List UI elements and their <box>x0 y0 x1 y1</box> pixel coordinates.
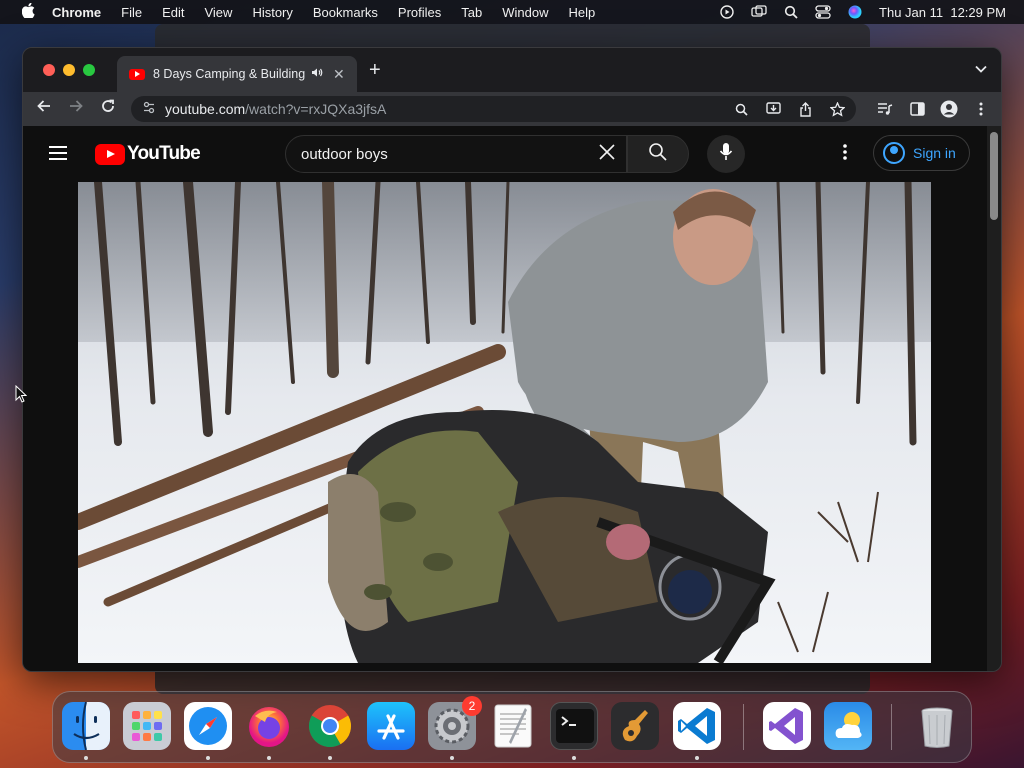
tab-strip: 8 Days Camping & Building ✕ + <box>23 48 1001 92</box>
menu-view[interactable]: View <box>204 5 232 20</box>
site-info-icon[interactable] <box>143 101 157 117</box>
dock-running-dot <box>450 756 454 760</box>
profile-avatar-icon[interactable] <box>939 98 959 120</box>
bookmark-star-icon[interactable] <box>828 99 846 119</box>
side-panel-icon[interactable] <box>907 98 927 120</box>
menu-help[interactable]: Help <box>569 5 596 20</box>
mouse-pointer-icon <box>15 384 28 408</box>
dock-running-dot <box>328 756 332 760</box>
sign-in-label: Sign in <box>913 145 956 161</box>
dock: 2 <box>52 691 972 763</box>
clear-search-icon[interactable] <box>598 142 616 166</box>
reload-icon[interactable] <box>97 98 119 120</box>
hamburger-menu-icon[interactable] <box>49 146 67 160</box>
play-circle-icon[interactable] <box>719 4 735 20</box>
dock-system-settings-icon[interactable]: 2 <box>428 696 482 750</box>
menu-clock[interactable]: Thu Jan 11 12:29 PM <box>879 5 1006 20</box>
dock-chrome-icon[interactable] <box>306 702 354 750</box>
menu-history[interactable]: History <box>252 5 292 20</box>
dock-weather-icon[interactable] <box>824 702 872 750</box>
youtube-wordmark: YouTube <box>127 143 201 164</box>
voice-search-button[interactable] <box>707 135 745 173</box>
new-tab-button[interactable]: + <box>369 60 381 80</box>
window-minimize-button[interactable] <box>63 64 75 76</box>
menu-app-chrome[interactable]: Chrome <box>52 5 101 20</box>
dock-running-dot <box>84 756 88 760</box>
url-path: /watch?v=rxJQXa3jfsA <box>245 101 387 117</box>
menu-profiles[interactable]: Profiles <box>398 5 441 20</box>
forward-arrow-icon[interactable] <box>65 98 87 120</box>
dock-visual-studio-icon[interactable] <box>763 702 811 750</box>
dock-terminal-icon[interactable] <box>550 702 598 750</box>
dock-vscode-icon[interactable] <box>673 702 721 750</box>
tab-search-chevron-icon[interactable] <box>975 62 987 76</box>
tab-close-icon[interactable]: ✕ <box>333 66 345 83</box>
youtube-header: YouTube outdoor boys Sign in <box>23 126 989 182</box>
install-app-icon[interactable] <box>764 99 782 119</box>
search-icon <box>648 142 668 167</box>
address-bar[interactable]: youtube.com/watch?v=rxJQXa3jfsA <box>131 96 856 122</box>
browser-tab-active[interactable]: 8 Days Camping & Building ✕ <box>117 56 357 92</box>
dock-app-store-icon[interactable] <box>367 702 415 750</box>
dock-separator <box>891 704 892 750</box>
control-center-icon[interactable] <box>815 4 831 20</box>
dock-textedit-icon[interactable] <box>489 702 537 750</box>
menu-tab[interactable]: Tab <box>461 5 482 20</box>
sign-in-button[interactable]: Sign in <box>873 135 970 171</box>
screen-mirror-icon[interactable] <box>751 4 767 20</box>
dock-launchpad-icon[interactable] <box>123 702 171 750</box>
more-options-icon[interactable] <box>835 142 855 166</box>
youtube-logo[interactable]: YouTube <box>95 143 201 165</box>
youtube-play-logo-icon <box>95 143 125 165</box>
dock-trash-icon[interactable] <box>913 702 961 750</box>
dock-running-dot <box>206 756 210 760</box>
dock-running-dot <box>695 756 699 760</box>
spotlight-search-icon[interactable] <box>783 4 799 20</box>
search-button[interactable] <box>627 135 689 173</box>
chrome-menu-icon[interactable] <box>971 98 991 120</box>
dock-separator <box>743 704 744 750</box>
dock-firefox-icon[interactable] <box>245 702 293 750</box>
microphone-icon <box>719 142 733 167</box>
youtube-page: YouTube outdoor boys Sign in <box>23 126 989 671</box>
url-host: youtube.com <box>165 101 246 117</box>
dock-running-dot <box>572 756 576 760</box>
scrollbar-thumb[interactable] <box>990 132 998 220</box>
video-frame-image <box>78 182 931 663</box>
dock-running-dot <box>267 756 271 760</box>
tab-title: 8 Days Camping & Building <box>153 67 305 81</box>
menu-bookmarks[interactable]: Bookmarks <box>313 5 378 20</box>
account-circle-icon <box>883 142 905 164</box>
apple-menu-icon[interactable] <box>18 2 38 21</box>
dock-garageband-icon[interactable] <box>611 702 659 750</box>
window-zoom-button[interactable] <box>83 64 95 76</box>
browser-toolbar: youtube.com/watch?v=rxJQXa3jfsA <box>23 92 1001 126</box>
audio-playing-icon[interactable] <box>311 67 323 81</box>
window-close-button[interactable] <box>43 64 55 76</box>
search-input[interactable] <box>301 145 581 163</box>
menu-file[interactable]: File <box>121 5 142 20</box>
menu-bar: Chrome File Edit View History Bookmarks … <box>0 0 1024 24</box>
dock-finder-icon[interactable] <box>62 701 110 751</box>
siri-icon[interactable] <box>847 4 863 20</box>
video-player[interactable] <box>78 182 931 663</box>
chrome-window: 8 Days Camping & Building ✕ + youtube.co… <box>22 47 1002 672</box>
zoom-search-icon[interactable] <box>732 99 750 119</box>
menu-edit[interactable]: Edit <box>162 5 184 20</box>
share-icon[interactable] <box>796 99 814 119</box>
media-controls-icon[interactable] <box>875 98 895 120</box>
notification-badge: 2 <box>462 696 482 716</box>
youtube-favicon-icon <box>129 68 145 80</box>
back-arrow-icon[interactable] <box>33 98 55 120</box>
dock-safari-icon[interactable] <box>184 702 232 750</box>
search-box <box>285 135 627 173</box>
menu-window[interactable]: Window <box>502 5 548 20</box>
